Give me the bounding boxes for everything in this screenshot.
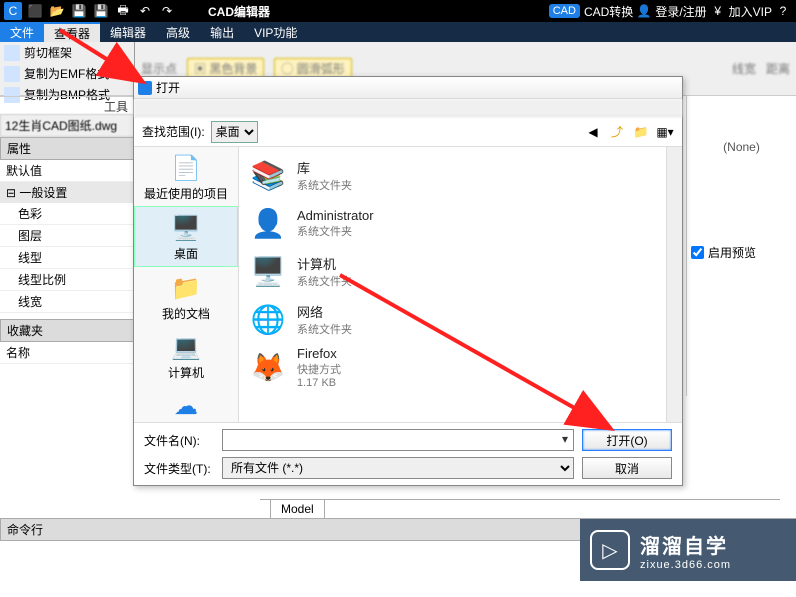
user-icon[interactable]: 👤 xyxy=(635,2,653,20)
menu-advanced[interactable]: 高级 xyxy=(156,22,200,42)
firefox-icon: 🦊 xyxy=(247,346,289,388)
watermark-url: zixue.3d66.com xyxy=(640,559,731,571)
model-tab-bar: Model xyxy=(260,499,780,519)
watermark: ▷ 溜溜自学 zixue.3d66.com xyxy=(580,519,796,581)
dialog-title: 打开 xyxy=(156,79,180,96)
dialog-title-bar: 打开 xyxy=(134,77,682,99)
place-desktop[interactable]: 🖥️桌面 xyxy=(134,206,238,267)
list-item[interactable]: 📚 库系统文件夹 xyxy=(243,151,662,199)
place-documents[interactable]: 📁我的文档 xyxy=(134,267,238,326)
look-in-label: 查找范围(I): xyxy=(142,123,205,140)
look-in-dropdown[interactable]: 桌面 xyxy=(211,121,258,143)
open-icon[interactable]: 📂 xyxy=(48,2,66,20)
user-icon: 👤 xyxy=(247,202,289,244)
vip-button[interactable]: 加入VIP xyxy=(729,3,772,20)
title-bar: C ⬛ 📂 💾 💾 🖶 ↶ ↷ CAD编辑器 CAD CAD转换 👤 登录/注册… xyxy=(0,0,796,22)
menu-bar: 文件 查看器 编辑器 高级 输出 VIP功能 xyxy=(0,22,796,42)
place-computer[interactable]: 💻计算机 xyxy=(134,326,238,385)
list-item[interactable]: 👤 Administrator系统文件夹 xyxy=(243,199,662,247)
file-list-scrollbar[interactable] xyxy=(666,147,682,422)
menu-file[interactable]: 文件 xyxy=(0,22,44,42)
dialog-path-row: 查找范围(I): 桌面 ◀ ⤴ 📁 ▦▾ xyxy=(134,117,682,147)
saveas-icon[interactable]: 💾 xyxy=(92,2,110,20)
views-icon[interactable]: ▦▾ xyxy=(656,123,674,141)
app-title: CAD编辑器 xyxy=(208,3,270,20)
filename-input[interactable] xyxy=(222,429,574,451)
filetype-label: 文件类型(T): xyxy=(144,460,214,477)
dialog-app-icon xyxy=(138,81,152,95)
up-icon[interactable]: ⤴ xyxy=(608,123,626,141)
list-item[interactable]: 🦊 Firefox快捷方式1.17 KB xyxy=(243,343,662,391)
newfolder-icon[interactable]: 📁 xyxy=(632,123,650,141)
enable-preview-checkbox[interactable]: 启用预览 xyxy=(691,244,792,261)
undo-icon[interactable]: ↶ xyxy=(136,2,154,20)
menu-output[interactable]: 输出 xyxy=(200,22,244,42)
showpoints-label[interactable]: 显示点 xyxy=(141,60,177,77)
cad-convert-button[interactable]: CAD转换 xyxy=(584,3,633,20)
filetype-dropdown[interactable]: 所有文件 (*.*) xyxy=(222,457,574,479)
clip-frame-button[interactable]: 剪切框架 xyxy=(0,42,134,63)
dialog-places: 📄最近使用的项目 🖥️桌面 📁我的文档 💻计算机 ☁WPS云文档 xyxy=(134,147,239,422)
place-wpscloud[interactable]: ☁WPS云文档 xyxy=(134,385,238,422)
menu-vip[interactable]: VIP功能 xyxy=(244,22,307,42)
network-icon: 🌐 xyxy=(247,298,289,340)
left-toolbar: 剪切框架 复制为EMF格式 复制为BMP格式 xyxy=(0,42,135,95)
list-item[interactable]: 🖥️ 计算机系统文件夹 xyxy=(243,247,662,295)
help-icon[interactable]: ? xyxy=(774,2,792,20)
cancel-button[interactable]: 取消 xyxy=(582,457,672,479)
dialog-toolbar-blur xyxy=(134,99,682,117)
list-item[interactable]: 🌐 网络系统文件夹 xyxy=(243,295,662,343)
open-button[interactable]: 打开(O) xyxy=(582,429,672,451)
new-icon[interactable]: ⬛ xyxy=(26,2,44,20)
preview-panel: (None) 启用预览 xyxy=(686,96,796,396)
app-icon: C xyxy=(4,2,22,20)
filename-label: 文件名(N): xyxy=(144,432,214,449)
menu-editor[interactable]: 编辑器 xyxy=(100,22,156,42)
model-tab[interactable]: Model xyxy=(270,500,325,519)
redo-icon[interactable]: ↷ xyxy=(158,2,176,20)
copy-emf-button[interactable]: 复制为EMF格式 xyxy=(0,63,134,84)
login-button[interactable]: 登录/注册 xyxy=(655,3,706,20)
enable-preview-input[interactable] xyxy=(691,246,704,259)
yen-icon: ¥ xyxy=(709,2,727,20)
cad-badge: CAD xyxy=(549,4,580,18)
print-icon[interactable]: 🖶 xyxy=(114,2,132,20)
file-list[interactable]: 📚 库系统文件夹 👤 Administrator系统文件夹 🖥️ 计算机系统文件… xyxy=(239,147,666,422)
filename-dropdown-icon[interactable]: ▾ xyxy=(562,432,568,446)
pc-icon: 🖥️ xyxy=(247,250,289,292)
watermark-text: 溜溜自学 xyxy=(640,530,731,559)
menu-viewer[interactable]: 查看器 xyxy=(44,22,100,42)
folder-icon: 📚 xyxy=(247,154,289,196)
preview-none: (None) xyxy=(691,140,792,154)
distance-label[interactable]: 距离 xyxy=(766,60,790,77)
open-dialog: 打开 查找范围(I): 桌面 ◀ ⤴ 📁 ▦▾ 📄最近使用的项目 🖥️桌面 📁我… xyxy=(133,76,683,486)
place-recent[interactable]: 📄最近使用的项目 xyxy=(134,147,238,206)
save-icon[interactable]: 💾 xyxy=(70,2,88,20)
watermark-logo-icon: ▷ xyxy=(590,530,630,570)
back-icon[interactable]: ◀ xyxy=(584,123,602,141)
dialog-body: 📄最近使用的项目 🖥️桌面 📁我的文档 💻计算机 ☁WPS云文档 📚 库系统文件… xyxy=(134,147,682,423)
dialog-bottom: 文件名(N): ▾ 打开(O) 文件类型(T): 所有文件 (*.*) 取消 xyxy=(134,423,682,485)
linewidth-label[interactable]: 线宽 xyxy=(732,60,756,77)
